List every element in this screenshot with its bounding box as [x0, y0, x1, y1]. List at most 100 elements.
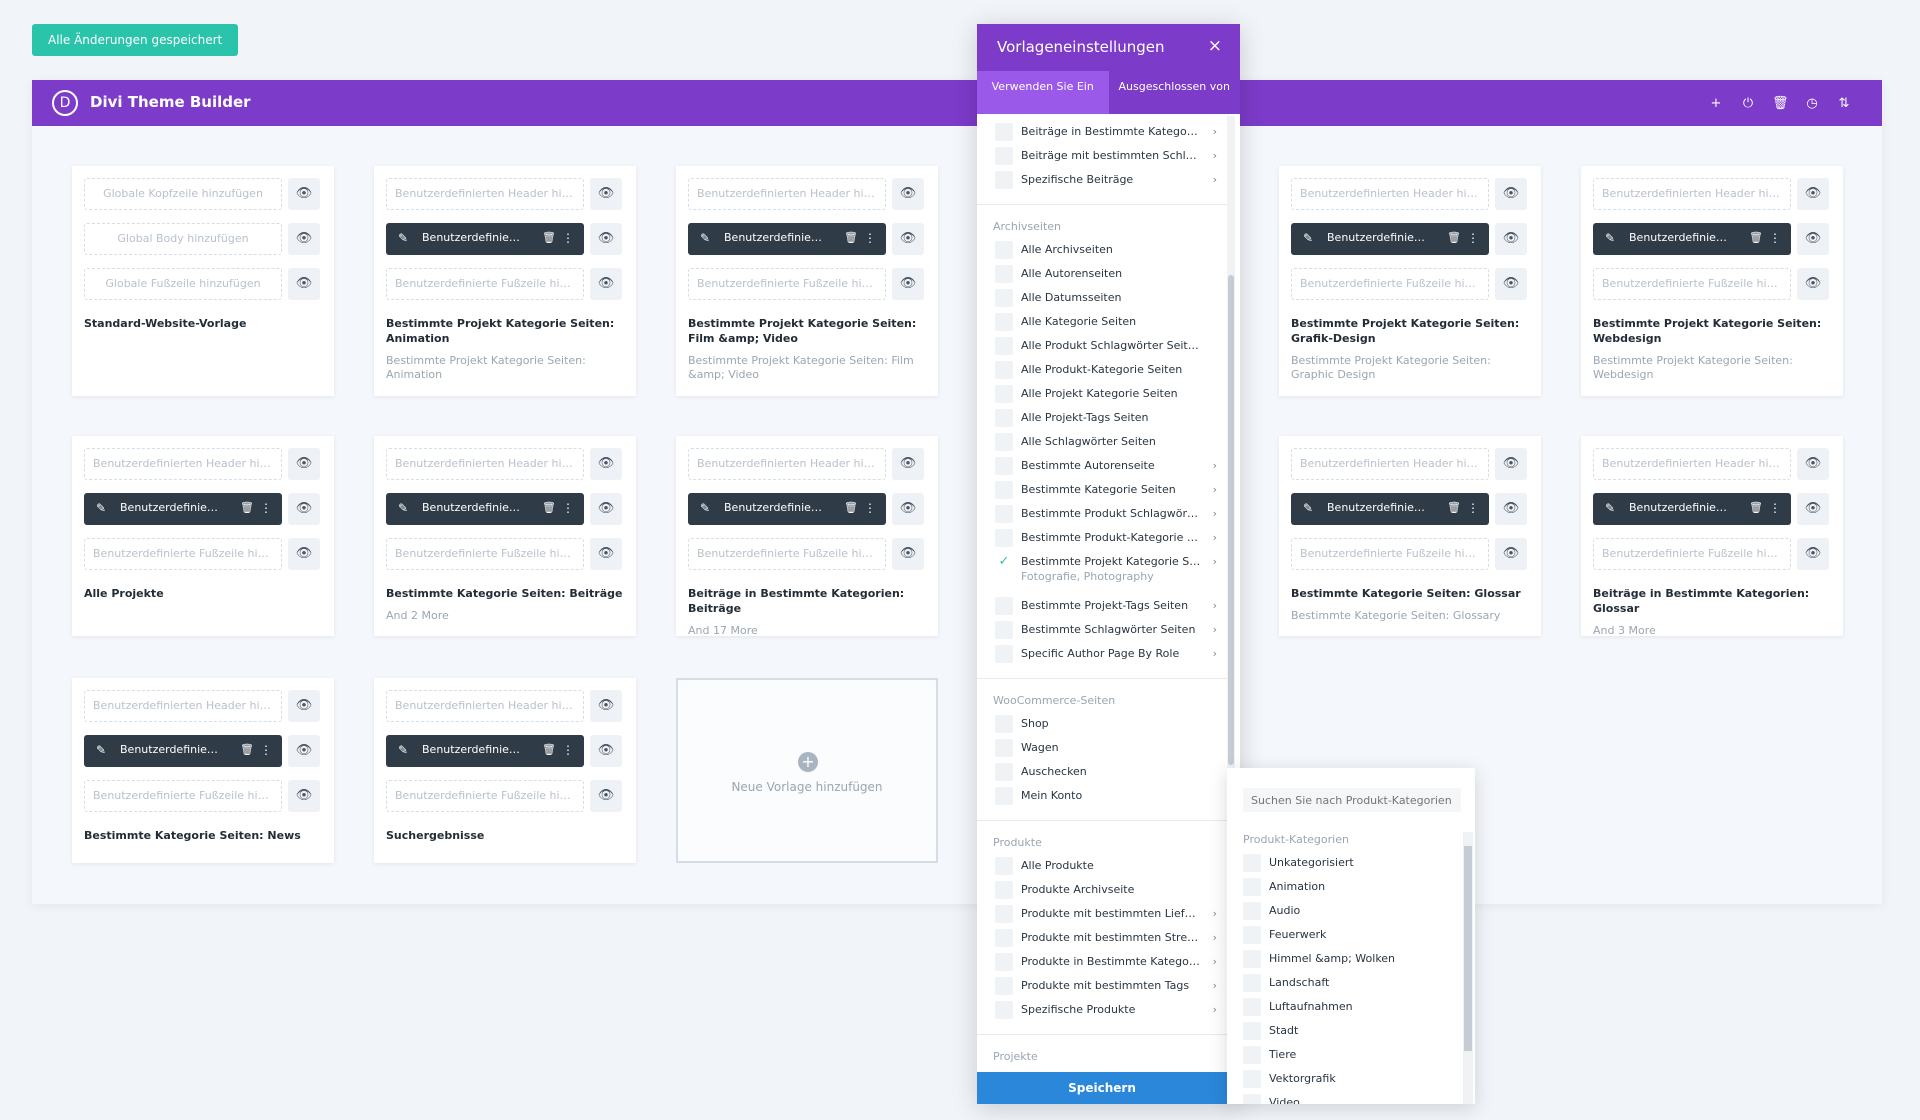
eye-icon[interactable]: 👁: [1797, 538, 1829, 570]
category-item[interactable]: Himmel &amp; Wolken: [1243, 949, 1443, 971]
checkbox[interactable]: [1243, 926, 1261, 944]
body-slot[interactable]: ✎ Benutzerdefinierter ... 🗑 ⋮: [688, 493, 886, 525]
checkbox[interactable]: [995, 505, 1013, 523]
checkbox[interactable]: [995, 977, 1013, 995]
condition-item[interactable]: Alle Produkt-Kategorie Seiten: [995, 360, 1221, 382]
checkbox[interactable]: [995, 529, 1013, 547]
chevron-right-icon[interactable]: ›: [1213, 928, 1217, 948]
eye-icon[interactable]: 👁: [590, 223, 622, 255]
chevron-right-icon[interactable]: ›: [1213, 644, 1217, 664]
condition-item[interactable]: Bestimmte Autorenseite ›: [995, 456, 1221, 478]
footer-slot[interactable]: Globale Fußzeile hinzufügen: [84, 268, 282, 300]
condition-item[interactable]: Mein Konto: [995, 786, 1221, 808]
condition-item[interactable]: Spezifische Beiträge ›: [995, 170, 1221, 192]
checkbox[interactable]: [1243, 998, 1261, 1016]
checkbox[interactable]: [995, 313, 1013, 331]
edit-icon[interactable]: ✎: [1605, 493, 1615, 523]
checkbox[interactable]: [995, 171, 1013, 189]
eye-icon[interactable]: 👁: [590, 178, 622, 210]
header-slot[interactable]: Benutzerdefinierten Header hinz...: [1593, 178, 1791, 210]
eye-icon[interactable]: 👁: [1797, 448, 1829, 480]
more-icon[interactable]: ⋮: [1769, 493, 1781, 523]
body-slot[interactable]: ✎ Benutzerdefinierter ... 🗑 ⋮: [386, 735, 584, 767]
footer-slot[interactable]: Benutzerdefinierte Fußzeile hinz...: [1291, 538, 1489, 570]
body-slot[interactable]: ✎ Benutzerdefinierter ... 🗑 ⋮: [1291, 493, 1489, 525]
header-slot[interactable]: Benutzerdefinierten Header hinz...: [1593, 448, 1791, 480]
eye-icon[interactable]: 👁: [1495, 268, 1527, 300]
trash-icon[interactable]: 🗑: [1447, 223, 1461, 253]
checkbox[interactable]: [995, 385, 1013, 403]
eye-icon[interactable]: 👁: [892, 493, 924, 525]
eye-icon[interactable]: 👁: [590, 735, 622, 767]
tab-excluded-from[interactable]: Ausgeschlossen von: [1108, 71, 1240, 114]
checkbox[interactable]: [1243, 902, 1261, 920]
condition-item[interactable]: Bestimmte Projekt-Tags Seiten ›: [995, 596, 1221, 618]
footer-slot[interactable]: Benutzerdefinierte Fußzeile hinz...: [688, 268, 886, 300]
eye-icon[interactable]: 👁: [1797, 178, 1829, 210]
checkbox[interactable]: [995, 763, 1013, 781]
more-icon[interactable]: ⋮: [562, 735, 574, 765]
eye-icon[interactable]: 👁: [590, 493, 622, 525]
body-slot[interactable]: ✎ Benutzerdefinierter ... 🗑 ⋮: [84, 493, 282, 525]
more-icon[interactable]: ⋮: [864, 223, 876, 253]
checkbox[interactable]: [995, 1001, 1013, 1019]
condition-item[interactable]: Produkte mit bestimmten Lieferze... ›: [995, 904, 1221, 926]
footer-slot[interactable]: Benutzerdefinierte Fußzeile hinz...: [688, 538, 886, 570]
chevron-right-icon[interactable]: ›: [1213, 122, 1217, 142]
tab-use-on[interactable]: Verwenden Sie Ein: [977, 71, 1109, 114]
edit-icon[interactable]: ✎: [398, 493, 408, 523]
chevron-right-icon[interactable]: ›: [1213, 952, 1217, 972]
checkmark-icon[interactable]: ✓: [995, 553, 1013, 571]
category-item[interactable]: Feuerwerk: [1243, 925, 1443, 947]
checkbox[interactable]: [1243, 950, 1261, 968]
checkbox[interactable]: [995, 481, 1013, 499]
trash-icon[interactable]: 🗑: [844, 493, 858, 523]
eye-icon[interactable]: 👁: [1797, 493, 1829, 525]
trash-icon[interactable]: 🗑: [1447, 493, 1461, 523]
condition-item[interactable]: Alle Produkte: [995, 856, 1221, 878]
body-slot[interactable]: ✎ Benutzerdefinierter ... 🗑 ⋮: [1593, 223, 1791, 255]
eye-icon[interactable]: 👁: [288, 448, 320, 480]
footer-slot[interactable]: Benutzerdefinierte Fußzeile hinz...: [386, 268, 584, 300]
header-slot[interactable]: Benutzerdefinierten Header hinz...: [84, 448, 282, 480]
header-slot[interactable]: Benutzerdefinierten Header hinz...: [1291, 448, 1489, 480]
sort-icon[interactable]: ⇅: [1836, 96, 1852, 111]
checkbox[interactable]: [995, 457, 1013, 475]
eye-icon[interactable]: 👁: [288, 268, 320, 300]
eye-icon[interactable]: 👁: [288, 493, 320, 525]
header-slot[interactable]: Benutzerdefinierten Header hinz...: [386, 448, 584, 480]
edit-icon[interactable]: ✎: [398, 223, 408, 253]
chevron-right-icon[interactable]: ›: [1213, 146, 1217, 166]
condition-item[interactable]: Wagen: [995, 738, 1221, 760]
header-slot[interactable]: Benutzerdefinierten Header hinz...: [386, 178, 584, 210]
checkbox[interactable]: [995, 123, 1013, 141]
checkbox[interactable]: [995, 739, 1013, 757]
checkbox[interactable]: [995, 597, 1013, 615]
category-item[interactable]: Luftaufnahmen: [1243, 997, 1443, 1019]
checkbox[interactable]: [1243, 878, 1261, 896]
condition-item[interactable]: Produkte mit bestimmten Streich... ›: [995, 928, 1221, 950]
category-item[interactable]: Stadt: [1243, 1021, 1443, 1043]
category-item[interactable]: Vektorgrafik: [1243, 1069, 1443, 1091]
category-item[interactable]: Landschaft: [1243, 973, 1443, 995]
checkbox[interactable]: [995, 433, 1013, 451]
body-slot[interactable]: Global Body hinzufügen: [84, 223, 282, 255]
body-slot[interactable]: ✎ Benutzerdefinierter ... 🗑 ⋮: [1593, 493, 1791, 525]
more-icon[interactable]: ⋮: [864, 493, 876, 523]
eye-icon[interactable]: 👁: [590, 780, 622, 812]
trash-icon[interactable]: 🗑: [542, 493, 556, 523]
chevron-right-icon[interactable]: ›: [1213, 596, 1217, 616]
chevron-right-icon[interactable]: ›: [1213, 620, 1217, 640]
category-item[interactable]: Unkategorisiert: [1243, 853, 1443, 875]
edit-icon[interactable]: ✎: [700, 223, 710, 253]
checkbox[interactable]: [995, 337, 1013, 355]
condition-item[interactable]: Alle Projekt Kategorie Seiten: [995, 384, 1221, 406]
condition-item[interactable]: Beiträge in Bestimmte Kategorien ›: [995, 122, 1221, 144]
new-template-card[interactable]: + Neue Vorlage hinzufügen: [676, 678, 938, 863]
chevron-right-icon[interactable]: ›: [1213, 552, 1217, 572]
footer-slot[interactable]: Benutzerdefinierte Fußzeile hinz...: [386, 780, 584, 812]
condition-item[interactable]: Alle Kategorie Seiten: [995, 312, 1221, 334]
checkbox[interactable]: [995, 289, 1013, 307]
checkbox[interactable]: [1243, 854, 1261, 872]
more-icon[interactable]: ⋮: [1467, 493, 1479, 523]
